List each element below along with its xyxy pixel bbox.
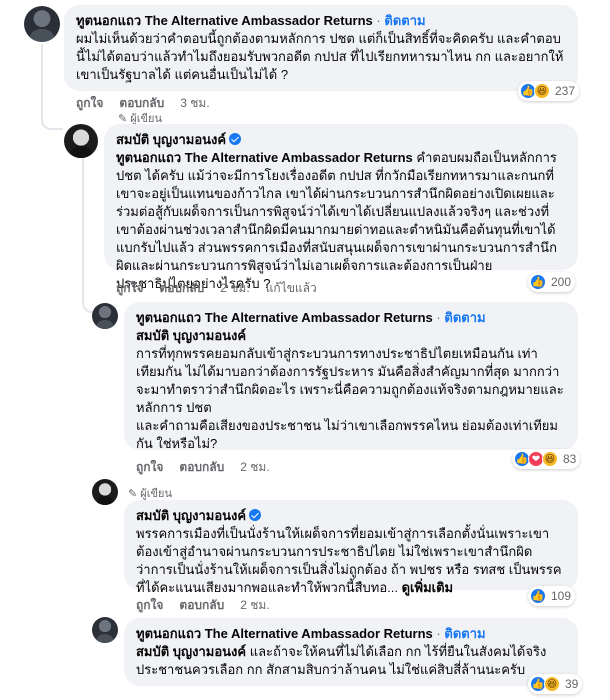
timestamp[interactable]: 3 ชม.: [180, 96, 209, 110]
author-badge-label: ผู้เขียน: [140, 488, 172, 500]
comment-author[interactable]: สมบัติ บุญงามอนงค์: [116, 132, 226, 147]
comment-body: คำตอบผมถือเป็นหลักการ ปชต ได้ครับ แม้ว่า…: [116, 150, 561, 291]
like-button[interactable]: ถูกใจ: [136, 598, 163, 612]
mention-link[interactable]: ทูตนอกแถว The Alternative Ambassador Ret…: [116, 150, 413, 165]
comment-bubble-5: ทูตนอกแถว The Alternative Ambassador Ret…: [124, 618, 578, 686]
comment-author[interactable]: ทูตนอกแถว The Alternative Ambassador Ret…: [136, 626, 433, 641]
pen-icon: ✎: [128, 488, 138, 500]
verified-badge-icon: [229, 133, 242, 145]
comment-actions: ถูกใจ ตอบกลับ 2 ชม.: [136, 460, 270, 474]
reaction-summary[interactable]: 👍 200: [528, 272, 576, 292]
comment-actions: ถูกใจ ตอบกลับ 3 ชม.: [76, 96, 210, 110]
comment-body: พรรคการเมืองที่เป็นนั่งร้านให้เผด็จการที…: [136, 526, 562, 595]
like-button[interactable]: ถูกใจ: [76, 96, 103, 110]
separator: ·: [436, 310, 441, 325]
follow-link[interactable]: ติดตาม: [444, 626, 485, 641]
reaction-summary[interactable]: 👍 109: [528, 586, 576, 606]
timestamp[interactable]: 2 ชม.: [240, 460, 269, 474]
haha-reaction-icon: 😆: [544, 676, 560, 692]
reply-button[interactable]: ตอบกลับ: [159, 281, 204, 295]
reaction-summary[interactable]: 👍 ❤ 😆 83: [512, 449, 581, 469]
verified-badge-icon: [249, 509, 262, 521]
comment-text: ทูตนอกแถว The Alternative Ambassador Ret…: [116, 149, 566, 293]
mention-link[interactable]: สมบัติ บุญงามอนงค์: [136, 327, 566, 345]
comment-text: การที่ทุกพรรคยอมกลับเข้าสู่กระบวนการทางป…: [136, 346, 564, 451]
reaction-summary[interactable]: 👍 😆 39: [528, 674, 583, 694]
see-more-link[interactable]: ดูเพิ่มเติม: [402, 580, 453, 595]
comment-author[interactable]: ทูตนอกแถว The Alternative Ambassador Ret…: [136, 310, 433, 325]
timestamp[interactable]: 2 ชม.: [240, 598, 269, 612]
reply-button[interactable]: ตอบกลับ: [179, 460, 224, 474]
separator: ·: [436, 626, 441, 641]
like-reaction-icon: 👍: [530, 274, 546, 290]
comment-bubble-2: สมบัติ บุญงามอนงค์ ทูตนอกแถว The Alterna…: [104, 124, 578, 291]
thread-line: [82, 158, 102, 313]
reaction-count: 200: [551, 275, 572, 289]
reaction-count: 83: [563, 452, 577, 466]
comment-bubble-4: สมบัติ บุญงามอนงค์ พรรคการเมืองที่เป็นนั…: [124, 500, 578, 595]
comment-bubble-1: ทูตนอกแถว The Alternative Ambassador Ret…: [64, 5, 578, 91]
like-reaction-icon: 👍: [530, 588, 546, 604]
author-badge: ✎ ผู้เขียน: [128, 488, 172, 500]
comment-author[interactable]: สมบัติ บุญงามอนงค์: [136, 508, 246, 523]
comment-text: สมบัติ บุญงามอนงค์ และถ้าจะให้คนที่ไม่ได…: [136, 643, 566, 679]
reaction-summary[interactable]: 👍 😆 237: [518, 81, 580, 101]
reaction-count: 109: [551, 589, 572, 603]
follow-link[interactable]: ติดตาม: [444, 310, 485, 325]
reply-button[interactable]: ตอบกลับ: [179, 598, 224, 612]
avatar[interactable]: [92, 617, 118, 643]
mention-link[interactable]: สมบัติ บุญงามอนงค์: [136, 644, 246, 659]
comment-actions: ถูกใจ ตอบกลับ 2 ชม. แก้ไขแล้ว: [116, 281, 317, 295]
comment-actions: ถูกใจ ตอบกลับ 2 ชม.: [136, 598, 270, 612]
comment-author[interactable]: ทูตนอกแถว The Alternative Ambassador Ret…: [76, 13, 373, 28]
like-button[interactable]: ถูกใจ: [116, 281, 143, 295]
comment-text: พรรคการเมืองที่เป็นนั่งร้านให้เผด็จการที…: [136, 525, 566, 597]
haha-reaction-icon: 😆: [534, 83, 550, 99]
reply-button[interactable]: ตอบกลับ: [119, 96, 164, 110]
comment-bubble-3: ทูตนอกแถว The Alternative Ambassador Ret…: [124, 302, 578, 451]
avatar[interactable]: [64, 124, 98, 158]
follow-link[interactable]: ติดตาม: [384, 13, 425, 28]
haha-reaction-icon: 😆: [542, 451, 558, 467]
timestamp[interactable]: 2 ชม.: [220, 281, 249, 295]
separator: ·: [376, 13, 381, 28]
reaction-count: 237: [555, 84, 576, 98]
avatar[interactable]: [92, 479, 118, 505]
edited-label[interactable]: แก้ไขแล้ว: [266, 281, 317, 295]
like-button[interactable]: ถูกใจ: [136, 460, 163, 474]
reaction-count: 39: [565, 677, 579, 691]
avatar[interactable]: [24, 6, 60, 42]
comment-text: ผมไม่เห็นด้วยว่าคำตอบนี้ถูกต้องตามหลักกา…: [76, 31, 564, 82]
avatar[interactable]: [92, 303, 118, 329]
thread-line: [41, 44, 63, 130]
